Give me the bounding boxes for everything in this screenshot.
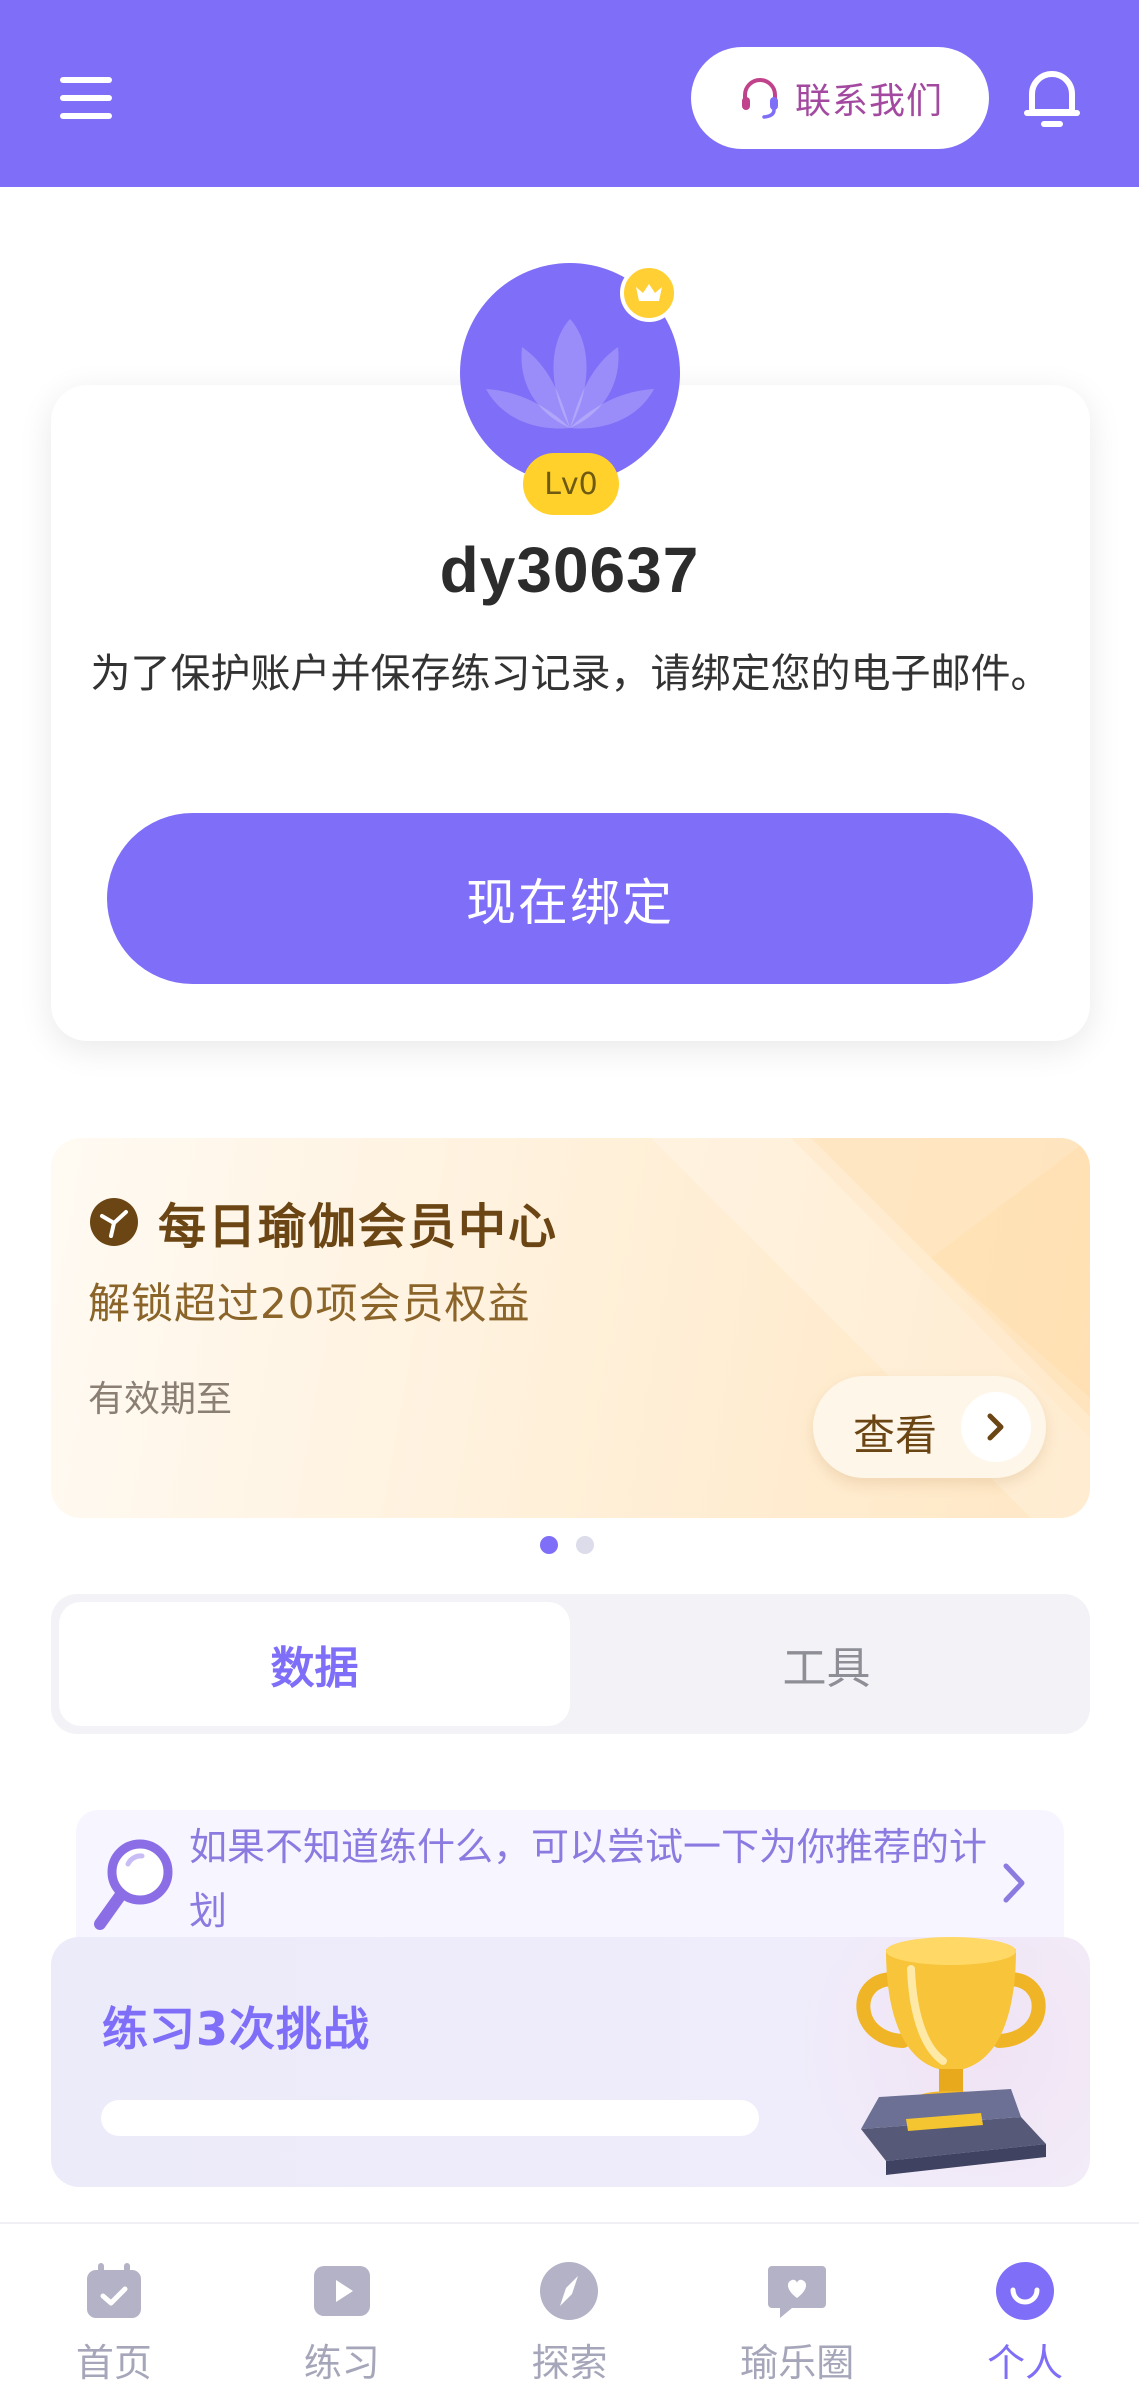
bind-now-button[interactable]: 现在绑定 xyxy=(107,813,1033,984)
tab-tools[interactable]: 工具 xyxy=(571,1602,1082,1726)
membership-expiry-label: 有效期至 xyxy=(88,1379,233,1420)
nav-item-practice[interactable]: 练习 xyxy=(228,2224,456,2400)
play-icon xyxy=(313,2266,370,2316)
view-membership-button[interactable]: 查看 xyxy=(813,1376,1046,1478)
membership-banner[interactable]: 每日瑜伽会员中心 解锁超过20项会员权益 有效期至 查看 xyxy=(51,1138,1090,1518)
chevron-right-icon xyxy=(1003,1863,1025,1903)
nav-item-explore[interactable]: 探索 xyxy=(456,2224,684,2400)
nav-label-practice: 练习 xyxy=(303,2341,380,2385)
profile-smile-icon xyxy=(996,2262,1055,2320)
chevron-right-icon xyxy=(961,1392,1031,1462)
bell-icon[interactable] xyxy=(1024,66,1080,130)
contact-us-button[interactable]: 联系我们 xyxy=(691,47,989,149)
nav-item-home[interactable]: 首页 xyxy=(0,2224,228,2400)
calendar-check-icon xyxy=(86,2263,141,2318)
yoga-badge-icon xyxy=(90,1198,138,1246)
trophy-icon xyxy=(856,1937,1046,2175)
compass-icon xyxy=(540,2262,599,2320)
segmented-tabs: 数据 工具 xyxy=(51,1594,1090,1734)
bottom-navigation: 首页 练习 探索 瑜乐圈 个人 xyxy=(0,2222,1139,2400)
crown-icon xyxy=(636,284,662,301)
view-button-label: 查看 xyxy=(853,1411,938,1460)
menu-icon[interactable] xyxy=(60,75,115,121)
membership-title: 每日瑜伽会员中心 xyxy=(158,1199,559,1255)
challenge-title: 练习3次挑战 xyxy=(102,2002,371,2056)
nav-item-community[interactable]: 瑜乐圈 xyxy=(683,2224,911,2400)
challenge-progress-bar xyxy=(101,2100,759,2136)
top-app-bar: 联系我们 xyxy=(0,0,1139,187)
username: dy30637 xyxy=(439,534,700,606)
nav-label-explore: 探索 xyxy=(531,2341,608,2385)
carousel-dot[interactable] xyxy=(576,1536,594,1554)
membership-subtitle: 解锁超过20项会员权益 xyxy=(88,1279,531,1328)
nav-label-home: 首页 xyxy=(75,2341,152,2385)
headset-icon xyxy=(741,78,778,119)
nav-label-community: 瑜乐圈 xyxy=(740,2341,855,2385)
carousel-dot-active[interactable] xyxy=(540,1536,558,1554)
recommendation-text: 如果不知道练什么，可以尝试一下为你推荐的计划 xyxy=(189,1825,988,1933)
contact-us-label: 联系我们 xyxy=(794,81,943,122)
tab-data[interactable]: 数据 xyxy=(59,1602,570,1726)
bind-email-notice: 为了保护账户并保存练习记录，请绑定您的电子邮件。 xyxy=(90,651,1051,697)
crown-badge xyxy=(620,264,678,322)
level-badge: Lv0 xyxy=(523,453,619,515)
membership-title-row: 每日瑜伽会员中心 xyxy=(88,1187,558,1257)
chat-heart-icon xyxy=(768,2266,827,2318)
magnifier-icon xyxy=(94,1839,173,1930)
nav-label-profile: 个人 xyxy=(987,2341,1064,2385)
challenge-card[interactable]: 练习3次挑战 xyxy=(51,1937,1090,2187)
carousel-indicator xyxy=(540,1536,594,1554)
nav-item-profile[interactable]: 个人 xyxy=(911,2224,1139,2400)
